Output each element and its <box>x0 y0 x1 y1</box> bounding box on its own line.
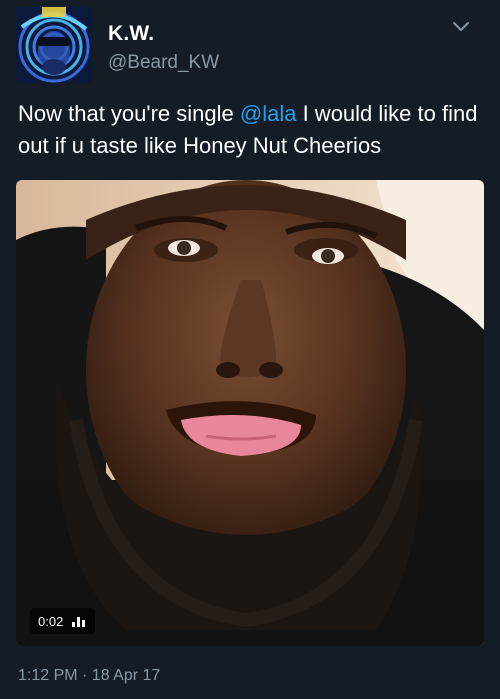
mention-link[interactable]: @lala <box>240 101 297 126</box>
avatar[interactable] <box>16 7 92 83</box>
video-duration: 0:02 <box>38 613 64 629</box>
video-frame <box>16 180 484 646</box>
tweet-text: Now that you're single @lala I would lik… <box>18 98 488 162</box>
tweet-card: K.W. @Beard_KW Now that you're single @l… <box>0 0 500 699</box>
video-player[interactable]: 0:02 <box>16 180 484 646</box>
video-duration-badge: 0:02 <box>30 608 96 634</box>
tweet-timestamp[interactable]: 1:12 PM · 18 Apr 17 <box>18 667 160 685</box>
display-name[interactable]: K.W. <box>108 22 154 46</box>
chevron-down-icon[interactable] <box>452 20 470 34</box>
volume-bars-icon[interactable] <box>71 615 87 627</box>
tweet-text-start: Now that you're single <box>18 101 240 126</box>
avatar-image <box>16 7 92 83</box>
user-handle[interactable]: @Beard_KW <box>108 52 219 74</box>
